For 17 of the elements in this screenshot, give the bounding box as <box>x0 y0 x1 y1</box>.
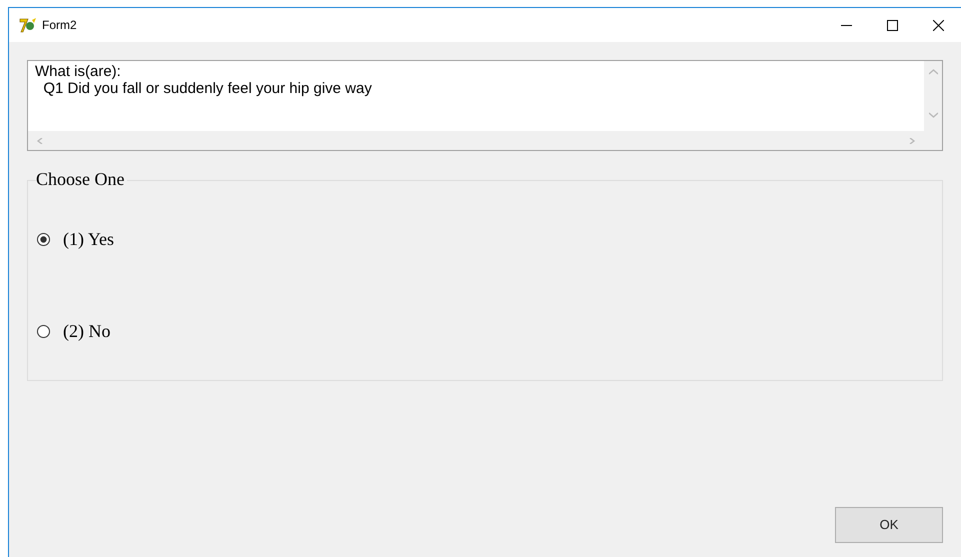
radio-button[interactable] <box>37 324 50 338</box>
minimize-icon <box>840 24 852 26</box>
text-line: What is(are): <box>35 63 122 80</box>
close-icon <box>932 20 944 30</box>
ok-button[interactable]: OK <box>835 507 943 543</box>
radio-option[interactable]: (2) No <box>37 321 942 341</box>
scroll-up-icon[interactable] <box>928 69 938 75</box>
text-box[interactable]: What is(are): Q1 Did you fall or suddenly feel your hip give way <box>27 60 943 151</box>
radio-button[interactable] <box>37 232 50 246</box>
scroll-right-icon[interactable] <box>907 138 916 144</box>
maximize-icon <box>886 20 898 30</box>
radio-option[interactable]: (1) Yes <box>37 229 942 249</box>
text-line: Q1 Did you fall or suddenly feel your hip give way <box>42 80 373 97</box>
scroll-down-icon[interactable] <box>928 112 938 118</box>
window-title: Form2 <box>42 17 77 34</box>
scroll-left-icon[interactable] <box>36 138 45 144</box>
app-icon <box>19 17 37 33</box>
